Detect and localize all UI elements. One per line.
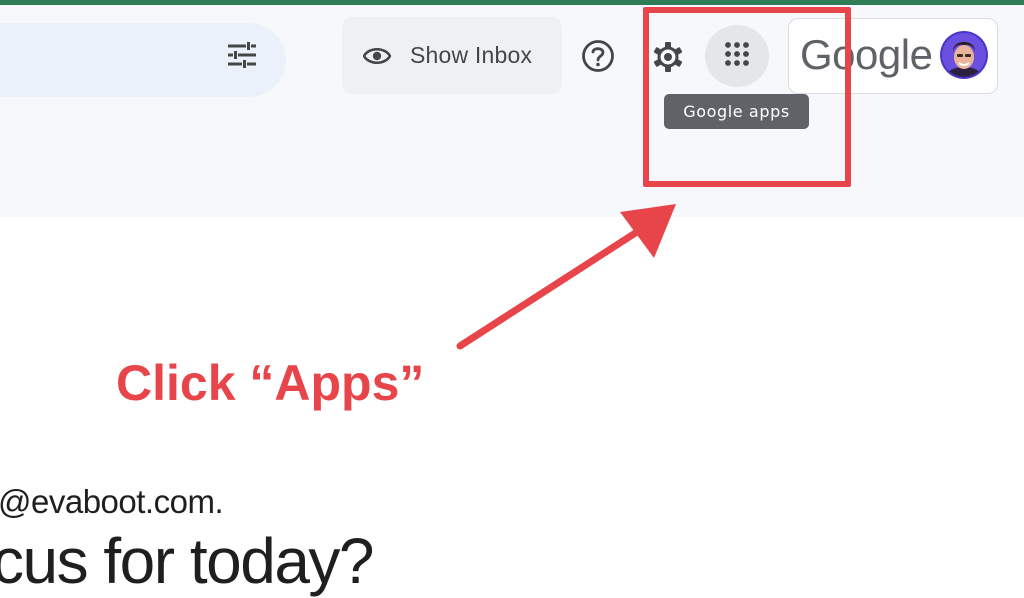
- show-inbox-button[interactable]: Show Inbox: [342, 17, 562, 94]
- tune-icon[interactable]: [222, 35, 262, 75]
- avatar[interactable]: [940, 31, 988, 79]
- user-email-fragment: @evaboot.com.: [0, 483, 224, 520]
- page-heading-fragment: cus for today?: [0, 525, 375, 597]
- show-inbox-label: Show Inbox: [410, 42, 533, 68]
- annotation-arrow: [456, 204, 676, 350]
- annotation-highlight-box: [643, 7, 851, 187]
- eye-icon: [363, 42, 391, 70]
- annotation-callout: Click “Apps”: [116, 355, 425, 411]
- help-icon[interactable]: [579, 37, 617, 75]
